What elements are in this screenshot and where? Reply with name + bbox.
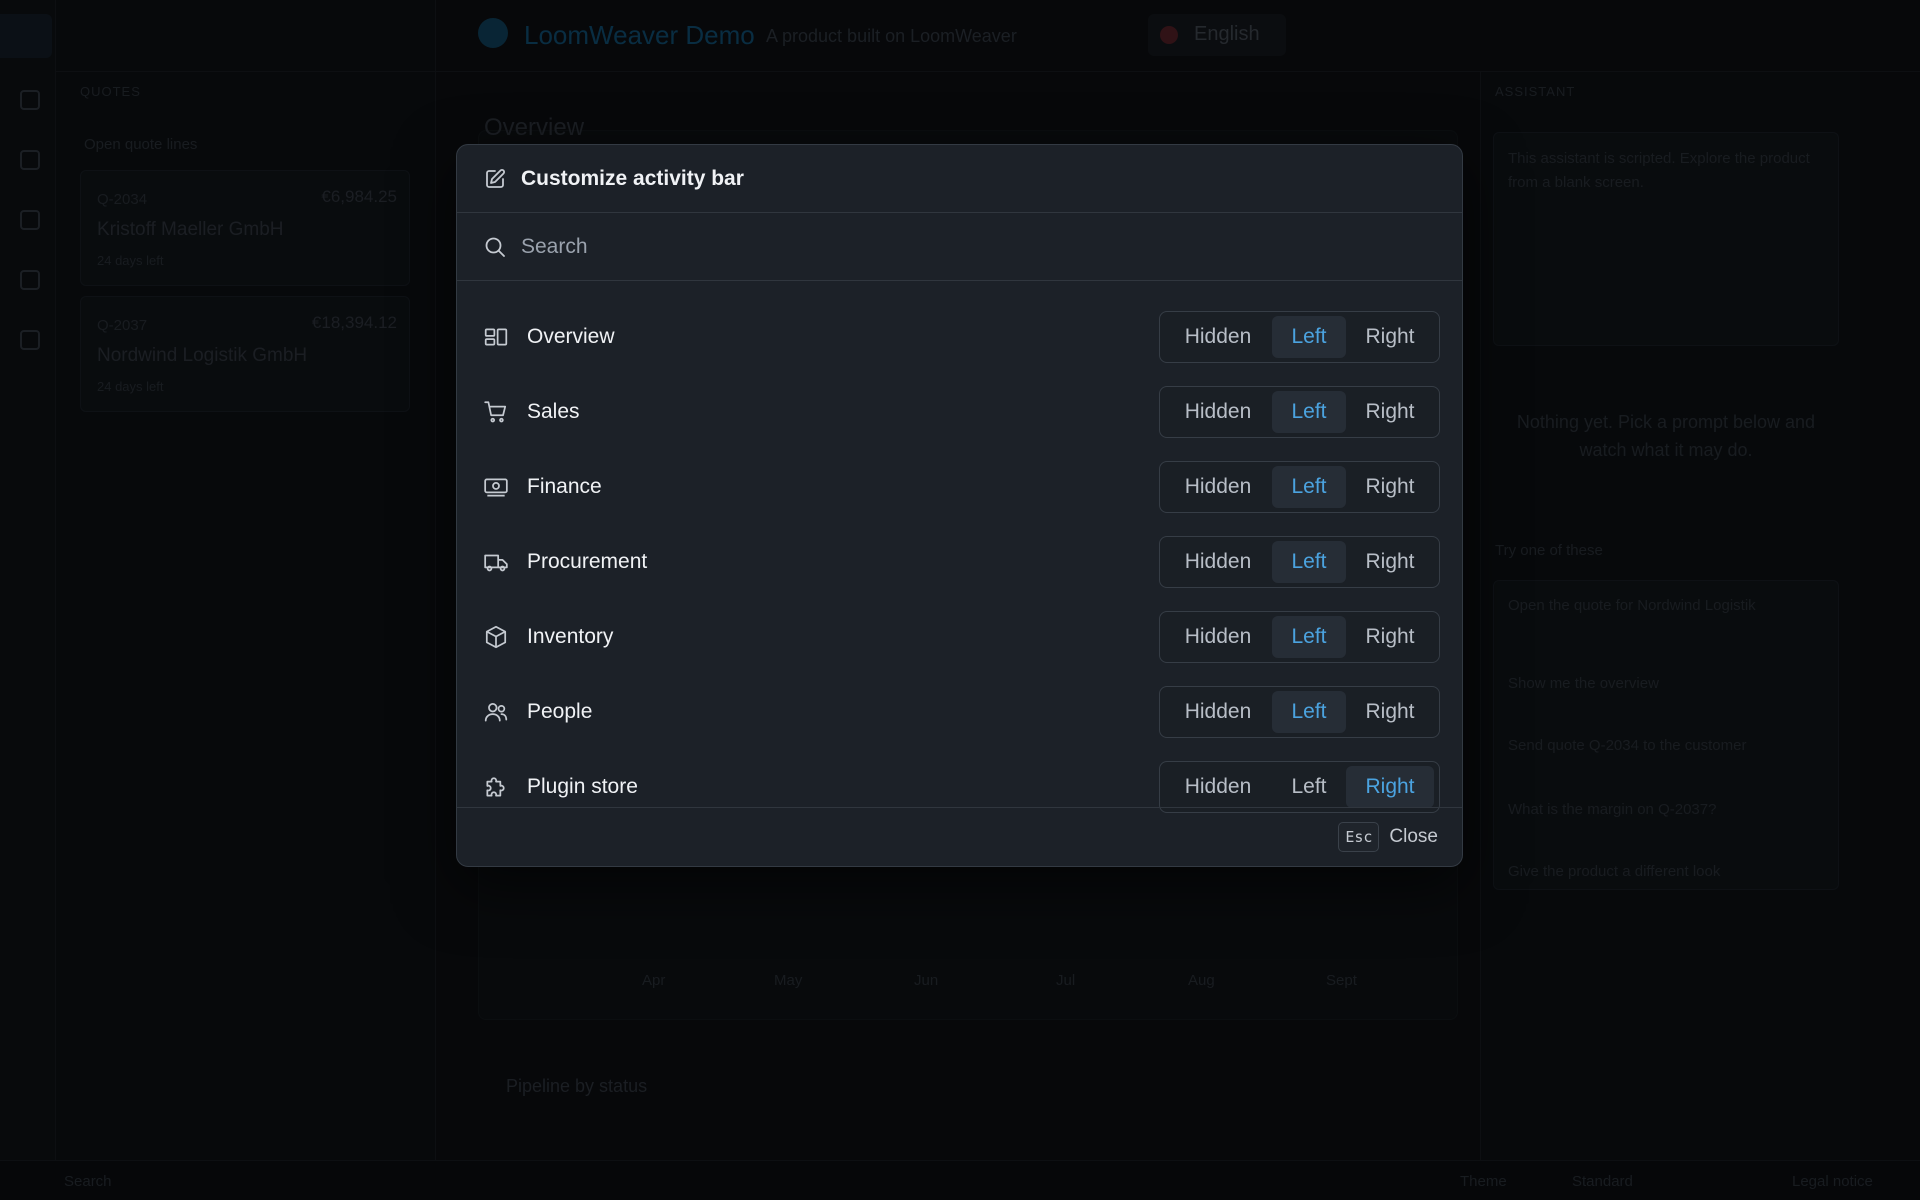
activity-item-label: Finance — [527, 474, 602, 498]
position-right-button[interactable]: Right — [1346, 466, 1434, 508]
position-right-button[interactable]: Right — [1346, 691, 1434, 733]
activity-item-label: Inventory — [527, 624, 614, 648]
activity-item-procurement: Procurement Hidden Left Right — [457, 524, 1462, 599]
edit-icon — [483, 167, 507, 191]
activity-item-label: Plugin store — [527, 774, 638, 798]
dialog-title: Customize activity bar — [521, 166, 744, 190]
position-hidden-button[interactable]: Hidden — [1164, 466, 1272, 508]
position-hidden-button[interactable]: Hidden — [1164, 766, 1272, 808]
activity-item-label: Procurement — [527, 549, 648, 573]
position-left-button[interactable]: Left — [1272, 540, 1346, 583]
cart-icon — [483, 399, 509, 425]
activity-item-inventory: Inventory Hidden Left Right — [457, 599, 1462, 674]
position-selector: Hidden Left Right — [1159, 460, 1440, 513]
overview-icon — [483, 324, 509, 350]
position-left-button[interactable]: Left — [1272, 465, 1346, 508]
search-input[interactable] — [521, 226, 1462, 267]
position-hidden-button[interactable]: Hidden — [1164, 391, 1272, 433]
position-hidden-button[interactable]: Hidden — [1164, 691, 1272, 733]
truck-icon — [483, 549, 509, 575]
position-right-button[interactable]: Right — [1346, 765, 1434, 808]
activity-item-list: Overview Hidden Left Right Sales Hidden … — [457, 281, 1462, 813]
position-left-button[interactable]: Left — [1272, 766, 1346, 808]
position-hidden-button[interactable]: Hidden — [1164, 616, 1272, 658]
position-right-button[interactable]: Right — [1346, 316, 1434, 358]
search-row — [457, 213, 1462, 281]
position-right-button[interactable]: Right — [1346, 616, 1434, 658]
activity-item-label: People — [527, 699, 593, 723]
activity-item-label: Overview — [527, 324, 615, 348]
position-left-button[interactable]: Left — [1272, 615, 1346, 658]
dialog-header: Customize activity bar — [457, 145, 1462, 213]
position-selector: Hidden Left Right — [1159, 610, 1440, 663]
search-icon — [483, 235, 507, 259]
customize-activity-bar-dialog: Customize activity bar Overview Hidden — [456, 144, 1463, 867]
position-hidden-button[interactable]: Hidden — [1164, 316, 1272, 358]
dialog-footer: Esc Close — [457, 807, 1462, 866]
position-right-button[interactable]: Right — [1346, 391, 1434, 433]
puzzle-icon — [483, 774, 509, 800]
banknote-icon — [483, 474, 509, 500]
position-left-button[interactable]: Left — [1272, 390, 1346, 433]
position-selector: Hidden Left Right — [1159, 535, 1440, 588]
activity-item-sales: Sales Hidden Left Right — [457, 374, 1462, 449]
activity-item-finance: Finance Hidden Left Right — [457, 449, 1462, 524]
position-left-button[interactable]: Left — [1272, 315, 1346, 358]
activity-item-people: People Hidden Left Right — [457, 674, 1462, 749]
position-hidden-button[interactable]: Hidden — [1164, 541, 1272, 583]
position-right-button[interactable]: Right — [1346, 541, 1434, 583]
activity-item-label: Sales — [527, 399, 580, 423]
position-selector: Hidden Left Right — [1159, 310, 1440, 363]
position-selector: Hidden Left Right — [1159, 385, 1440, 438]
position-selector: Hidden Left Right — [1159, 760, 1440, 813]
position-left-button[interactable]: Left — [1272, 690, 1346, 733]
box-icon — [483, 624, 509, 650]
position-selector: Hidden Left Right — [1159, 685, 1440, 738]
activity-item-overview: Overview Hidden Left Right — [457, 299, 1462, 374]
esc-key-hint: Esc — [1338, 822, 1380, 852]
users-icon — [483, 699, 509, 725]
close-button[interactable]: Close — [1389, 826, 1438, 848]
